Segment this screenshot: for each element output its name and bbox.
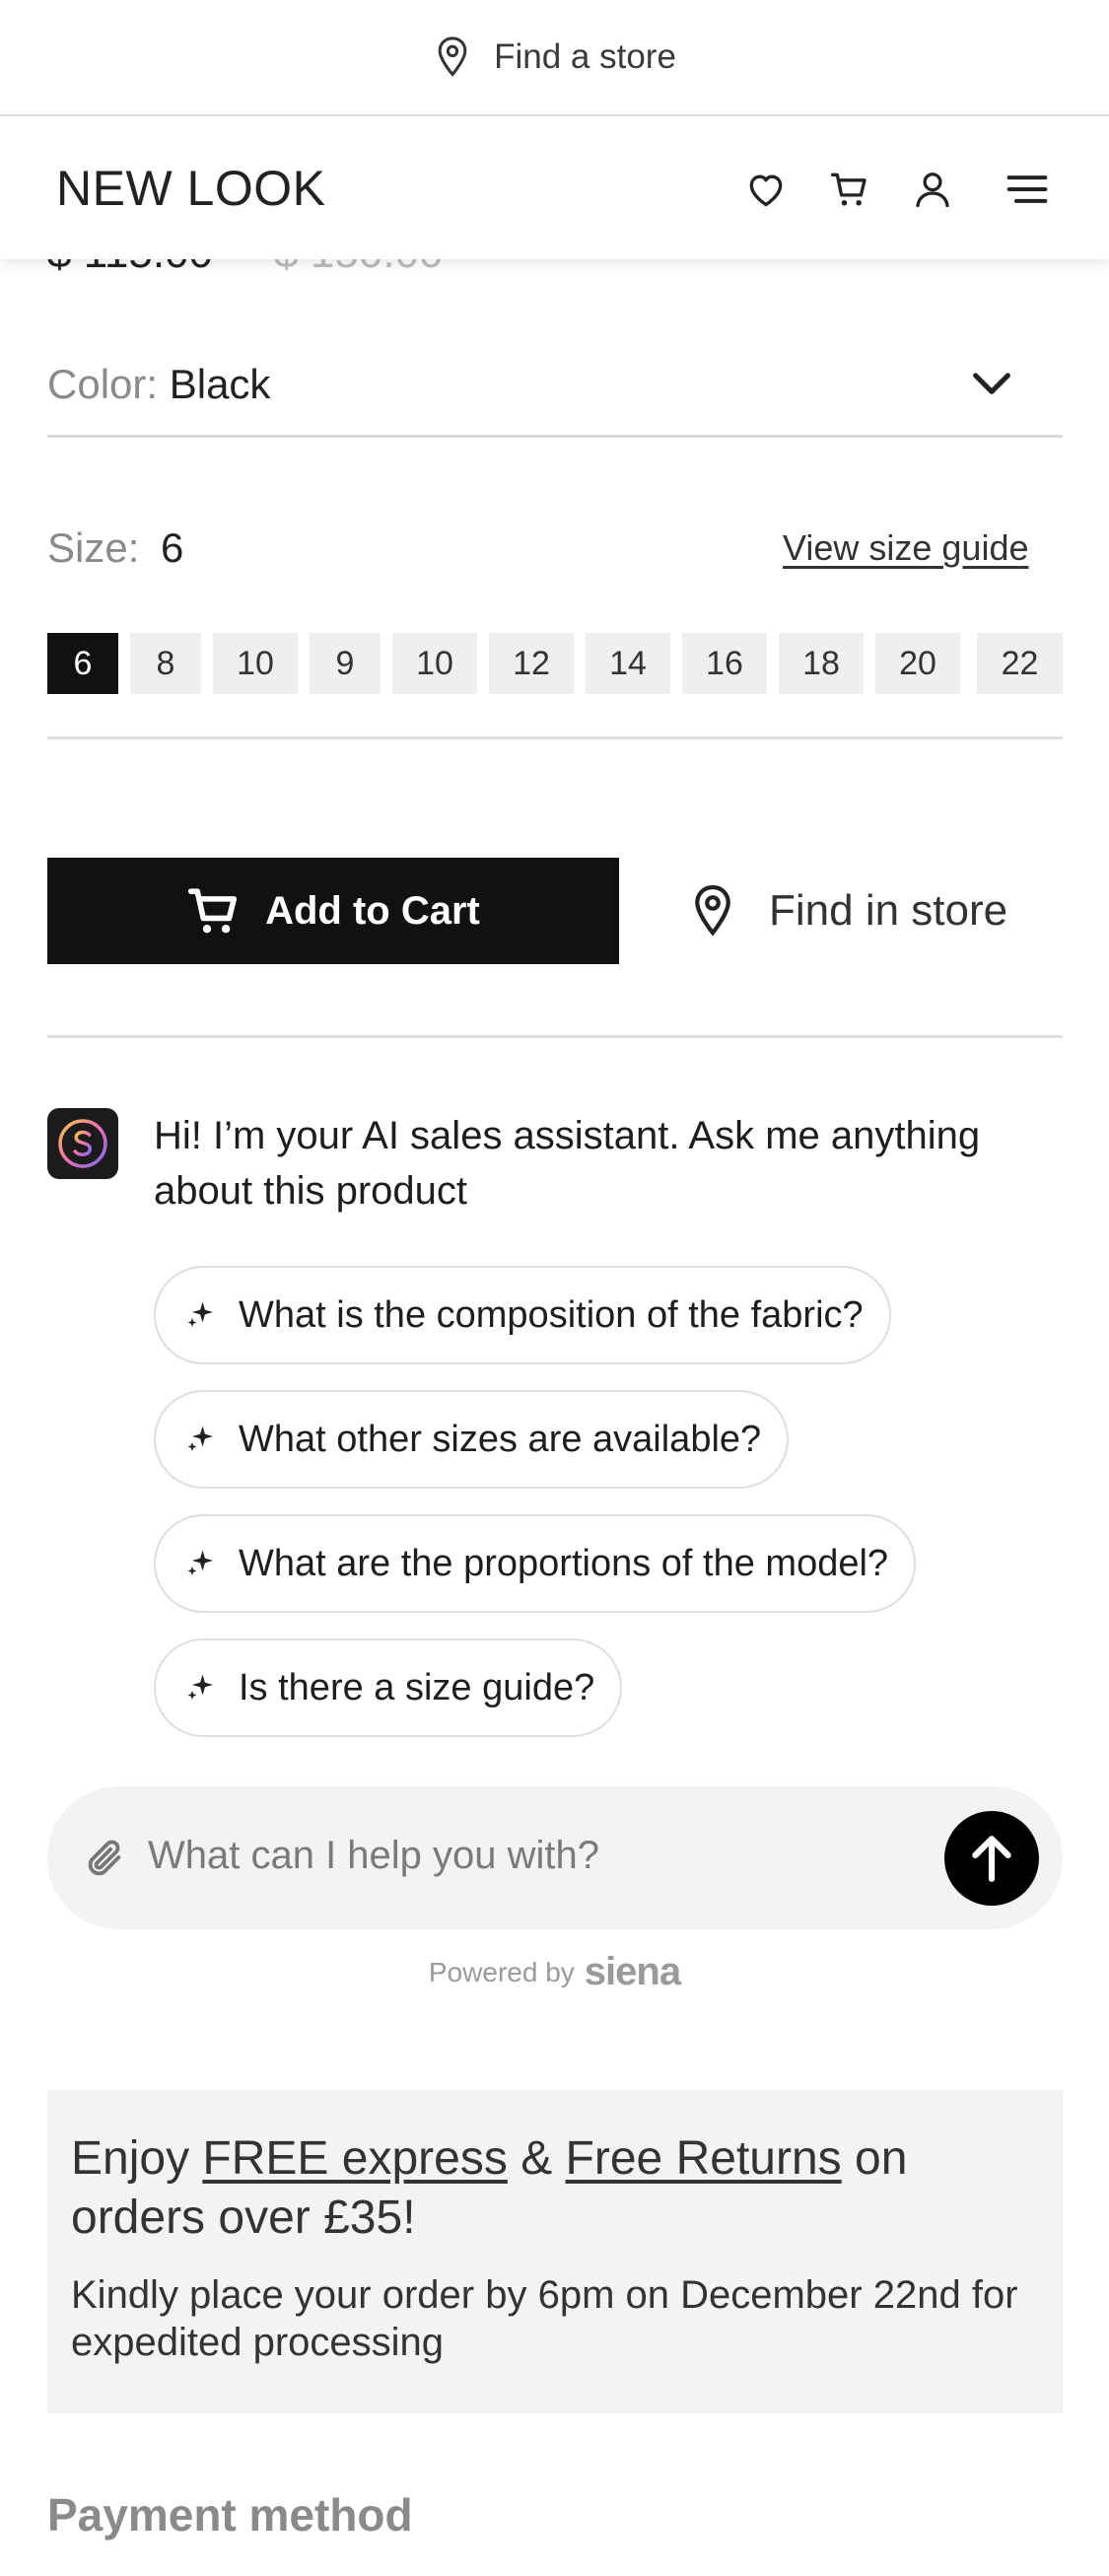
location-pin-icon [438,36,467,77]
suggestion-text: What are the proportions of the model? [239,1542,889,1584]
add-to-cart-button[interactable]: Add to Cart [47,858,619,964]
size-option-18[interactable]: 18 [779,633,864,694]
siena-brand[interactable]: siena [585,1950,681,1993]
find-in-store-button[interactable]: Find in store [690,858,1065,964]
sparkle-icon [187,1674,213,1700]
size-option-22[interactable]: 22 [977,633,1063,694]
promo-text: orders over £35! [71,2192,416,2244]
divider [47,1035,1063,1038]
add-to-cart-label: Add to Cart [265,888,480,933]
color-label: Color: Black [47,361,270,408]
size-option-10[interactable]: 10 [213,633,298,694]
send-button[interactable] [944,1811,1039,1906]
promo-text: & [520,2132,553,2185]
sparkle-icon [187,1426,213,1451]
suggestion-chip[interactable]: Is there a size guide? [154,1638,623,1737]
divider [47,736,1063,739]
suggestion-chip[interactable]: What is the composition of the fabric? [154,1266,891,1364]
shipping-promo: Enjoy FREE express & Free Returns on ord… [47,2090,1063,2413]
suggestion-chip[interactable]: What are the proportions of the model? [154,1514,917,1613]
suggestion-text: Is there a size guide? [239,1666,595,1708]
site-header: NEW LOOK [0,118,1109,259]
arrow-up-icon [972,1836,1011,1882]
size-option-12[interactable]: 12 [489,633,574,694]
powered-by: Powered by siena [0,1950,1109,1994]
color-label-text: Color: [47,361,159,407]
cart-icon [187,888,238,934]
promo-headline: Enjoy FREE express & Free Returns on ord… [71,2129,1039,2248]
size-option-9[interactable]: 9 [310,633,381,694]
menu-icon[interactable] [1004,168,1051,211]
find-a-store-bar[interactable]: Find a store [0,0,1109,116]
color-value: Black [169,361,271,407]
siena-logo-icon [58,1119,107,1168]
promo-text: Enjoy [71,2132,190,2185]
color-selector[interactable]: Color: Black [47,353,1063,438]
cart-icon[interactable] [828,168,871,211]
size-option-10b[interactable]: 10 [392,633,477,694]
size-option-6[interactable]: 6 [47,633,118,694]
view-size-guide-link[interactable]: View size guide [783,527,1029,569]
suggestion-chip[interactable]: What other sizes are available? [154,1390,790,1489]
chat-input[interactable]: What can I help you with? [47,1786,1063,1929]
chevron-down-icon[interactable] [970,365,1013,404]
powered-by-label: Powered by [428,1957,575,1987]
size-option-20[interactable]: 20 [875,633,960,694]
size-option-14[interactable]: 14 [586,633,670,694]
user-icon[interactable] [911,168,954,211]
size-option-8[interactable]: 8 [130,633,201,694]
site-logo[interactable]: NEW LOOK [56,160,325,217]
size-value: 6 [161,524,184,571]
size-label: Size: 6 [47,524,183,572]
free-express-link[interactable]: FREE express [202,2132,507,2185]
paperclip-icon[interactable] [83,1836,128,1881]
location-pin-icon [695,884,730,937]
find-a-store-label: Find a store [494,37,676,76]
sparkle-icon [187,1550,213,1575]
size-label-text: Size: [47,524,140,571]
payment-method-title: Payment method [47,2489,413,2541]
heart-icon[interactable] [744,168,788,211]
find-in-store-label: Find in store [769,886,1008,935]
ai-assistant-avatar [47,1108,118,1179]
promo-text: on [855,2132,908,2185]
promo-note: Kindly place your order by 6pm on Decemb… [71,2273,1018,2364]
suggestion-text: What is the composition of the fabric? [239,1293,864,1336]
sparkle-icon [187,1301,213,1327]
free-returns-link[interactable]: Free Returns [566,2132,842,2185]
ai-assistant-intro: Hi! I’m your AI sales assistant. Ask me … [154,1114,981,1213]
size-option-16[interactable]: 16 [682,633,767,694]
chat-input-placeholder: What can I help you with? [148,1834,600,1877]
suggestion-text: What other sizes are available? [239,1418,762,1460]
